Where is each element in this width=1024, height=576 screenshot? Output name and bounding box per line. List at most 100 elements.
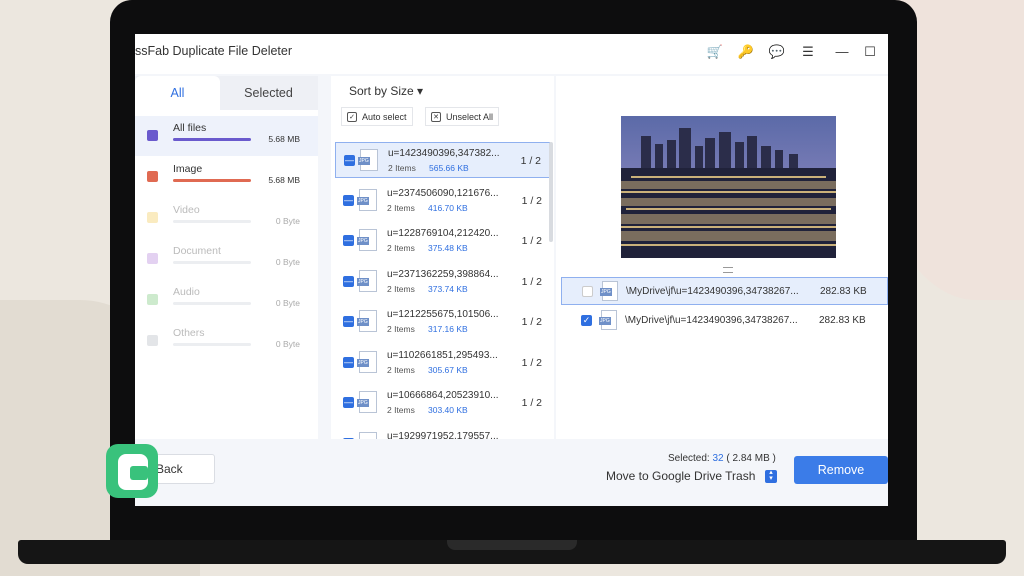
minimize-icon[interactable]: — bbox=[832, 42, 852, 62]
file-group-row[interactable]: — JPG u=1423490396,347382... 2 Items 565.66 … bbox=[335, 142, 550, 178]
category-item[interactable]: Others 0 Byte bbox=[135, 321, 318, 361]
file-name: u=2371362259,398864... bbox=[387, 268, 499, 280]
file-group-row[interactable]: — JPG u=1228769104,212420... 2 Items 375.48 … bbox=[335, 223, 550, 259]
remove-button[interactable]: Remove bbox=[794, 456, 888, 484]
selection-ratio: 1 / 2 bbox=[521, 194, 542, 207]
selection-ratio: 1 / 2 bbox=[521, 356, 542, 369]
file-type-label: JPG bbox=[357, 196, 369, 205]
file-group-row[interactable]: — JPG u=2374506090,121676... 2 Items 416.70 … bbox=[335, 183, 550, 219]
file-group-list: — JPG u=1423490396,347382... 2 Items 565.66 … bbox=[335, 142, 550, 472]
checkbox[interactable] bbox=[582, 286, 593, 297]
checkbox[interactable]: — bbox=[343, 194, 354, 206]
file-group-row[interactable]: — JPG u=1102661851,295493... 2 Items 305.67 … bbox=[335, 345, 550, 381]
title-bar: ssFab Duplicate File Deleter 🛒 🔑 💬 ☰ — ☐ bbox=[135, 34, 888, 74]
maximize-icon[interactable]: ☐ bbox=[860, 42, 880, 62]
item-count: 2 Items bbox=[387, 324, 415, 334]
move-option-label: Move to Google Drive Trash bbox=[606, 469, 756, 483]
category-icon bbox=[147, 171, 158, 182]
image-file-icon: JPG bbox=[357, 350, 377, 373]
move-option-dropdown[interactable]: ▴ ▾ bbox=[765, 469, 777, 483]
file-type-label: JPG bbox=[357, 237, 369, 245]
cart-icon[interactable]: 🛒 bbox=[705, 42, 725, 62]
preview-panel bbox=[556, 76, 888, 472]
file-path-row[interactable]: JPG \MyDrive\jf\u=1423490396,34738267... 2… bbox=[561, 277, 888, 305]
selection-ratio: 1 / 2 bbox=[520, 155, 541, 167]
tab-bar: All Selected bbox=[135, 76, 318, 110]
file-size: 373.74 KB bbox=[428, 283, 468, 294]
checkbox[interactable]: — bbox=[343, 275, 354, 287]
selection-ratio: 1 / 2 bbox=[521, 316, 542, 328]
file-group-row[interactable]: — JPG u=1212255675,101506... 2 Items 317.16 … bbox=[335, 304, 550, 340]
category-panel: All Selected All files 5.68 MB Image 5.68 M… bbox=[135, 76, 318, 472]
category-name: Document bbox=[173, 245, 221, 257]
file-path-row[interactable]: ✓ JPG \MyDrive\jf\u=1423490396,34738267...… bbox=[561, 307, 888, 335]
image-file-icon: JPG bbox=[599, 310, 617, 330]
checkbox-icon: ✓ bbox=[347, 112, 357, 122]
category-item[interactable]: Video 0 Byte bbox=[135, 198, 318, 238]
tab-selected[interactable]: Selected bbox=[227, 76, 310, 110]
category-item[interactable]: Audio 0 Byte bbox=[135, 280, 318, 320]
image-file-icon: JPG bbox=[358, 149, 378, 171]
file-name: u=10666864,20523910... bbox=[387, 390, 499, 401]
checkbox[interactable]: ✓ bbox=[581, 315, 592, 326]
unselect-all-button[interactable]: ✕ Unselect All bbox=[425, 107, 500, 126]
auto-select-button[interactable]: ✓ Auto select bbox=[341, 107, 413, 126]
app-title: ssFab Duplicate File Deleter bbox=[135, 44, 293, 58]
scrollbar[interactable] bbox=[549, 142, 553, 242]
item-count: 2 Items bbox=[387, 364, 415, 375]
category-size: 0 Byte bbox=[275, 298, 300, 308]
category-name: Video bbox=[173, 204, 200, 216]
file-type-label: JPG bbox=[600, 288, 612, 296]
file-size: 375.48 KB bbox=[428, 243, 468, 253]
file-group-row[interactable]: — JPG u=2371362259,398864... 2 Items 373.74 … bbox=[335, 264, 550, 300]
file-name: u=2374506090,121676... bbox=[387, 187, 499, 199]
file-size: 282.83 KB bbox=[819, 315, 866, 326]
feedback-icon[interactable]: 💬 bbox=[767, 42, 787, 62]
category-item[interactable]: Document 0 Byte bbox=[135, 239, 318, 279]
resize-handle[interactable] bbox=[723, 267, 733, 273]
file-name: u=1102661851,295493... bbox=[387, 349, 498, 361]
brand-logo bbox=[106, 444, 158, 498]
category-item[interactable]: All files 5.68 MB bbox=[135, 116, 318, 156]
item-count: 2 Items bbox=[387, 283, 415, 294]
category-item[interactable]: Image 5.68 MB bbox=[135, 157, 318, 197]
checkbox[interactable]: — bbox=[344, 155, 355, 166]
laptop-notch bbox=[447, 540, 577, 550]
file-size: 305.67 KB bbox=[428, 364, 468, 375]
auto-select-label: Auto select bbox=[362, 112, 407, 122]
tab-all[interactable]: All bbox=[135, 76, 220, 110]
menu-icon[interactable]: ☰ bbox=[798, 42, 818, 62]
image-file-icon: JPG bbox=[357, 391, 377, 413]
category-progress-bar bbox=[173, 343, 251, 346]
category-progress-bar bbox=[173, 138, 251, 141]
file-name: u=1212255675,101506... bbox=[387, 309, 499, 320]
file-type-label: JPG bbox=[357, 277, 369, 286]
category-name: All files bbox=[173, 122, 207, 134]
item-count: 2 Items bbox=[388, 163, 416, 173]
file-size: 416.70 KB bbox=[428, 202, 468, 213]
image-file-icon: JPG bbox=[600, 281, 618, 301]
category-size: 0 Byte bbox=[275, 216, 300, 226]
image-file-icon: JPG bbox=[357, 310, 377, 332]
file-type-label: JPG bbox=[599, 317, 611, 325]
checkbox[interactable]: — bbox=[343, 316, 354, 327]
sort-dropdown[interactable]: Sort by Size ▾ bbox=[349, 84, 423, 98]
key-icon[interactable]: 🔑 bbox=[736, 42, 756, 62]
image-file-icon: JPG bbox=[357, 229, 377, 251]
unselect-all-label: Unselect All bbox=[446, 112, 494, 122]
checkbox[interactable]: — bbox=[343, 235, 354, 246]
category-size: 0 Byte bbox=[275, 257, 300, 267]
file-group-row[interactable]: — JPG u=10666864,20523910... 2 Items 303.40 … bbox=[335, 385, 550, 421]
checkbox[interactable]: — bbox=[343, 356, 354, 368]
image-file-icon: JPG bbox=[357, 269, 377, 292]
selected-label: Selected: bbox=[668, 453, 710, 464]
selected-size: ( 2.84 MB ) bbox=[726, 453, 776, 464]
file-size: 565.66 KB bbox=[429, 163, 469, 173]
bottom-bar: Back Selected: 32 ( 2.84 MB ) Move to Go… bbox=[135, 439, 888, 506]
file-path: \MyDrive\jf\u=1423490396,34738267... bbox=[626, 286, 799, 297]
category-name: Image bbox=[173, 163, 203, 175]
category-size: 5.68 MB bbox=[268, 175, 300, 185]
checkbox[interactable]: — bbox=[343, 397, 354, 408]
category-progress-bar bbox=[173, 261, 251, 264]
file-type-label: JPG bbox=[357, 399, 369, 407]
